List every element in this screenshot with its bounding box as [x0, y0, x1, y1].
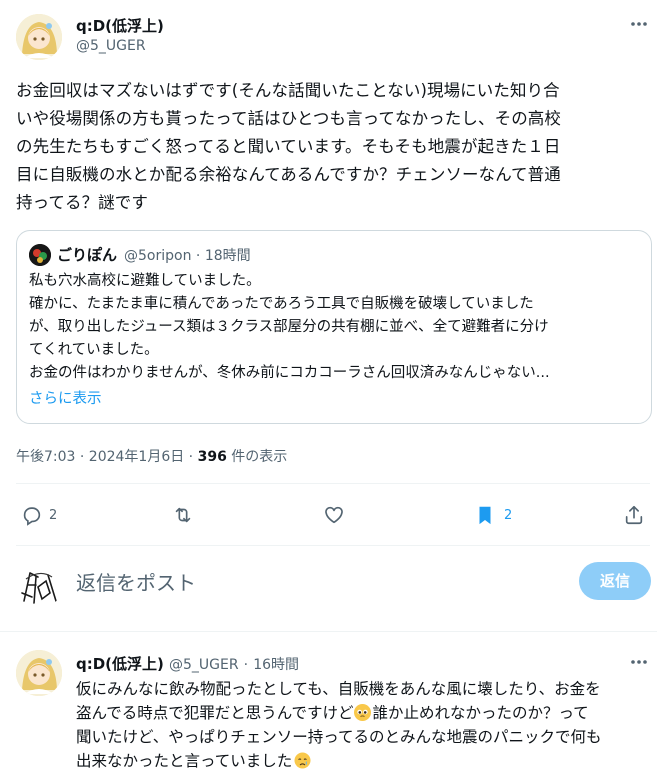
sketch-avatar-illustration — [16, 563, 62, 609]
quoted-author-name: ごりぽん — [57, 246, 118, 264]
post-timestamp[interactable]: 午後7:03 · 2024年1月6日 · — [16, 449, 193, 465]
reply-action[interactable]: 2 — [21, 503, 57, 527]
avatar-illustration — [16, 14, 62, 60]
author-name[interactable]: q:D(低浮上) — [76, 15, 164, 36]
post-meta: 午後7:03 · 2024年1月6日 · 396 件の表示 — [16, 446, 287, 466]
views-label: 件の表示 — [231, 449, 288, 465]
quoted-author-handle: @5oripon — [124, 248, 192, 264]
bookmark-action[interactable]: 2 — [474, 503, 512, 527]
reply-post-time[interactable]: 16時間 — [253, 657, 299, 673]
share-action[interactable] — [623, 503, 645, 527]
crying-face-icon — [294, 752, 311, 769]
more-options-icon[interactable] — [630, 653, 648, 671]
current-user-avatar[interactable] — [16, 563, 62, 609]
quoted-post[interactable]: ごりぽん @5oripon · 18時間 私も穴水高校に避難していました。 確か… — [16, 230, 652, 424]
reply-input[interactable]: 返信をポスト — [76, 567, 556, 595]
views-count: 396 — [197, 449, 227, 465]
divider — [16, 545, 650, 546]
bookmark-count: 2 — [504, 507, 513, 523]
like-action[interactable] — [323, 503, 351, 527]
retweet-action[interactable] — [172, 503, 200, 527]
reply-count: 2 — [49, 507, 58, 523]
reply-header: q:D(低浮上) @5_UGER · 16時間 — [76, 653, 299, 674]
share-icon — [625, 505, 643, 525]
pleading-face-icon — [354, 704, 371, 721]
reply-author-handle[interactable]: @5_UGER — [169, 657, 239, 673]
retweet-icon — [175, 507, 191, 523]
author-avatar[interactable] — [16, 14, 62, 60]
reply-submit-button[interactable]: 返信 — [579, 562, 651, 600]
author-handle[interactable]: @5_UGER — [76, 38, 146, 54]
quoted-post-meta: @5oripon · 18時間 — [124, 245, 251, 265]
post-body: お金回収はマズないはずです(そんな話聞いたことない)現場にいた知り合 いや役場関… — [16, 81, 561, 212]
quoted-post-time: 18時間 — [204, 248, 251, 264]
crying-face-emoji — [294, 752, 311, 769]
reply-author-avatar[interactable] — [16, 650, 62, 696]
reply-author-name[interactable]: q:D(低浮上) — [76, 655, 164, 673]
reply-body: 仮にみんなに飲み物配ったとしても、自販機をあんな風に壊したり、お金を 盗んでる時… — [76, 677, 651, 773]
divider — [16, 483, 650, 484]
quoted-post-body: 私も穴水高校に避難していました。 確かに、たまたま車に積んであったであろう工具で… — [29, 273, 550, 381]
quoted-separator: · — [195, 248, 201, 264]
reply-separator: · — [243, 657, 249, 673]
like-icon — [325, 506, 343, 524]
bookmark-icon — [479, 506, 491, 525]
reply-icon — [23, 507, 41, 526]
pleading-face-emoji — [354, 704, 372, 721]
reply-avatar-illustration — [16, 650, 62, 696]
quoted-avatar-illustration — [29, 244, 51, 266]
show-more-link[interactable]: さらに表示 — [29, 387, 102, 408]
quoted-author-avatar — [29, 244, 51, 266]
more-options-icon[interactable] — [630, 15, 648, 33]
divider — [0, 631, 657, 632]
